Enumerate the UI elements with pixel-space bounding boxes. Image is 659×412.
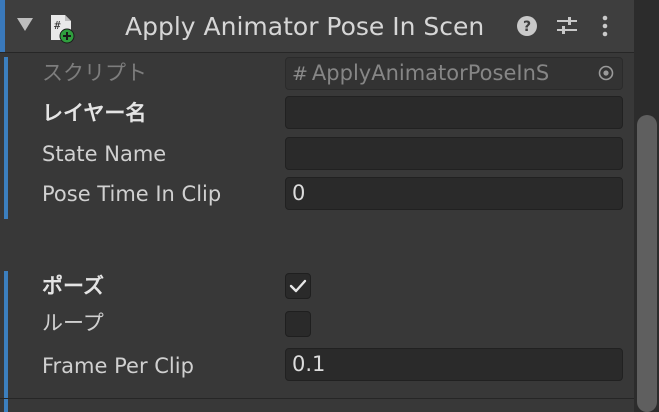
layer-name-label: レイヤー名 bbox=[42, 101, 147, 125]
header-accent-bar bbox=[0, 0, 5, 52]
object-picker-icon[interactable] bbox=[598, 65, 614, 81]
cs-script-icon: # bbox=[51, 15, 75, 44]
svg-text:?: ? bbox=[523, 19, 531, 35]
script-field-value: ApplyAnimatorPoseInS bbox=[311, 61, 550, 85]
script-object-field[interactable]: # ApplyAnimatorPoseInS bbox=[285, 57, 623, 90]
checkmark-icon bbox=[289, 279, 307, 293]
foldout-triangle-icon[interactable] bbox=[17, 18, 33, 31]
kebab-menu-icon[interactable] bbox=[600, 15, 610, 37]
pose-checkbox[interactable] bbox=[285, 273, 311, 299]
component-title: Apply Animator Pose In Scen bbox=[125, 12, 485, 41]
svg-text:#: # bbox=[54, 19, 61, 32]
script-hash-icon: # bbox=[292, 63, 308, 85]
script-label: スクリプト bbox=[42, 61, 147, 85]
state-name-input[interactable] bbox=[285, 137, 623, 170]
pose-time-label: Pose Time In Clip bbox=[42, 182, 222, 206]
override-marker bbox=[4, 57, 8, 219]
scrollbar-thumb[interactable] bbox=[637, 115, 657, 412]
layer-name-input[interactable] bbox=[285, 96, 623, 129]
override-marker bbox=[4, 271, 8, 412]
component-divider bbox=[0, 398, 634, 399]
state-name-label: State Name bbox=[42, 142, 167, 166]
frame-per-clip-input[interactable]: 0.1 bbox=[285, 348, 623, 381]
help-icon[interactable]: ? bbox=[516, 15, 538, 37]
component-body: スクリプト # ApplyAnimatorPoseInS レイヤー名 State … bbox=[0, 53, 634, 412]
sliders-icon[interactable] bbox=[556, 16, 578, 36]
loop-checkbox[interactable] bbox=[285, 311, 311, 337]
pose-time-input[interactable]: 0 bbox=[285, 177, 623, 210]
loop-label: ループ bbox=[42, 311, 104, 335]
pose-label: ポーズ bbox=[42, 274, 104, 298]
component-header[interactable]: # Apply Animator Pose In Scen ? bbox=[0, 0, 634, 53]
frame-per-clip-label: Frame Per Clip bbox=[42, 354, 194, 378]
